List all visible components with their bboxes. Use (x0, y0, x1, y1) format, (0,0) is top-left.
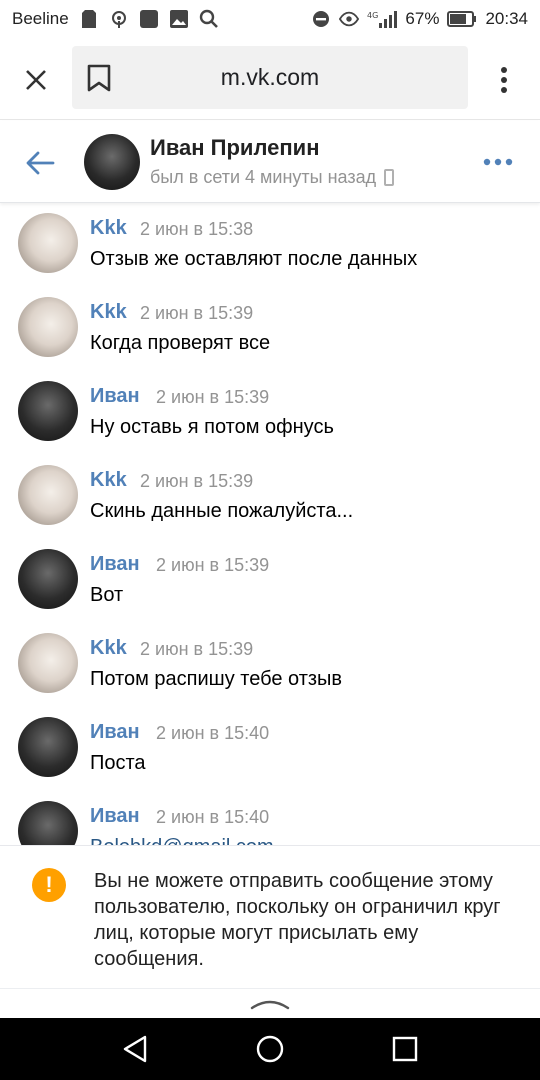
browser-toolbar: m.vk.com (0, 38, 540, 120)
message-author[interactable]: Kkk (90, 217, 127, 240)
close-icon (26, 70, 46, 90)
message-text: Вот (90, 584, 124, 606)
message-time[interactable]: 2 июн в 15:38 (140, 219, 253, 240)
message-time[interactable]: 2 июн в 15:39 (140, 303, 253, 324)
message-time[interactable]: 2 июн в 15:39 (140, 471, 253, 492)
sim-card-icon (79, 9, 99, 29)
message-author[interactable]: Kkk (90, 637, 127, 660)
message-author[interactable]: Иван (90, 805, 140, 828)
last-seen-text: был в сети 4 минуты назад (150, 167, 377, 187)
warning-icon: ! (32, 868, 66, 902)
eye-icon (339, 9, 360, 29)
svg-text:4G: 4G (367, 11, 378, 20)
sender-avatar[interactable] (18, 213, 78, 273)
chat-actions-button[interactable] (478, 149, 518, 175)
message-item: Иван 2 июн в 15:39 Вот (0, 539, 540, 623)
message-time[interactable]: 2 июн в 15:39 (156, 387, 269, 408)
message-item: Kkk 2 июн в 15:39 Потом распишу тебе отз… (0, 623, 540, 707)
nav-back-button[interactable] (118, 1032, 152, 1066)
message-time[interactable]: 2 июн в 15:40 (156, 723, 269, 744)
bookmark-icon[interactable] (86, 64, 112, 92)
message-item: Kkk 2 июн в 15:38 Отзыв же оставляют пос… (0, 203, 540, 287)
signal-icon: 4G (367, 9, 398, 29)
message-author[interactable]: Kkk (90, 469, 127, 492)
sender-avatar[interactable] (18, 381, 78, 441)
sender-avatar[interactable] (18, 633, 78, 693)
message-author[interactable]: Иван (90, 553, 140, 576)
status-bar: Beeline 4G 67% 20:34 (0, 0, 540, 38)
search-notification-icon (199, 9, 219, 29)
browser-menu-button[interactable] (488, 60, 520, 100)
recents-square-icon (392, 1036, 418, 1062)
sender-avatar[interactable] (18, 549, 78, 609)
nav-home-button[interactable] (253, 1032, 287, 1066)
message-time[interactable]: 2 июн в 15:40 (156, 807, 269, 828)
battery-percentage: 67% (405, 9, 440, 28)
nav-recents-button[interactable] (388, 1032, 422, 1066)
address-bar[interactable]: m.vk.com (72, 46, 468, 109)
sender-avatar[interactable] (18, 717, 78, 777)
contact-status: был в сети 4 минуты назад (150, 167, 395, 188)
hotspot-icon (109, 9, 129, 29)
do-not-disturb-icon (311, 9, 331, 29)
mobile-device-icon (384, 169, 395, 186)
url-text[interactable]: m.vk.com (72, 64, 468, 91)
close-tab-button[interactable] (16, 60, 56, 100)
message-author[interactable]: Иван (90, 721, 140, 744)
message-text: Потом распишу тебе отзыв (90, 668, 343, 690)
app-notification-icon (139, 9, 159, 29)
cannot-message-notice: ! Вы не можете отправить сообщение этому… (0, 845, 540, 988)
back-triangle-icon (123, 1035, 147, 1063)
message-author[interactable]: Kkk (90, 301, 127, 324)
sender-avatar[interactable] (18, 465, 78, 525)
message-item: Kkk 2 июн в 15:39 Когда проверят все (0, 287, 540, 371)
message-text: Поста (90, 752, 146, 774)
sender-avatar[interactable] (18, 297, 78, 357)
message-time[interactable]: 2 июн в 15:39 (140, 639, 253, 660)
home-circle-icon (256, 1035, 284, 1063)
message-author[interactable]: Иван (90, 385, 140, 408)
message-text: Отзыв же оставляют после данных (90, 248, 418, 270)
more-horizontal-icon (483, 158, 513, 166)
message-item: Иван 2 июн в 15:39 Ну оставь я потом офн… (0, 371, 540, 455)
more-vertical-icon (501, 67, 507, 93)
system-navigation-bar (0, 1018, 540, 1080)
message-item: Kkk 2 июн в 15:39 Скинь данные пожалуйст… (0, 455, 540, 539)
notice-text: Вы не можете отправить сообщение этому п… (94, 870, 501, 970)
message-item: Иван 2 июн в 15:40 Bolobkd@gmail.com (0, 791, 540, 845)
battery-icon (447, 9, 477, 29)
message-text: Ну оставь я потом офнусь (90, 416, 334, 438)
message-item: Иван 2 июн в 15:40 Поста (0, 707, 540, 791)
chevron-up-icon (250, 1000, 290, 1009)
chat-header: Иван Прилепин был в сети 4 минуты назад (0, 121, 540, 203)
gallery-icon (169, 9, 189, 29)
message-text: Когда проверят все (90, 332, 271, 354)
message-history[interactable]: Kkk 2 июн в 15:38 Отзыв же оставляют пос… (0, 203, 540, 845)
contact-name[interactable]: Иван Прилепин (150, 135, 319, 161)
message-text: Скинь данные пожалуйста... (90, 500, 354, 522)
message-email-link[interactable]: Bolobkd@gmail.com (90, 836, 274, 845)
contact-avatar[interactable] (84, 134, 140, 190)
sender-avatar[interactable] (18, 801, 78, 845)
clock: 20:34 (485, 9, 528, 28)
back-button[interactable] (20, 143, 60, 183)
message-time[interactable]: 2 июн в 15:39 (156, 555, 269, 576)
bottom-toolbar-handle[interactable] (0, 988, 540, 1018)
carrier-name: Beeline (12, 9, 69, 28)
back-arrow-icon (26, 151, 55, 175)
